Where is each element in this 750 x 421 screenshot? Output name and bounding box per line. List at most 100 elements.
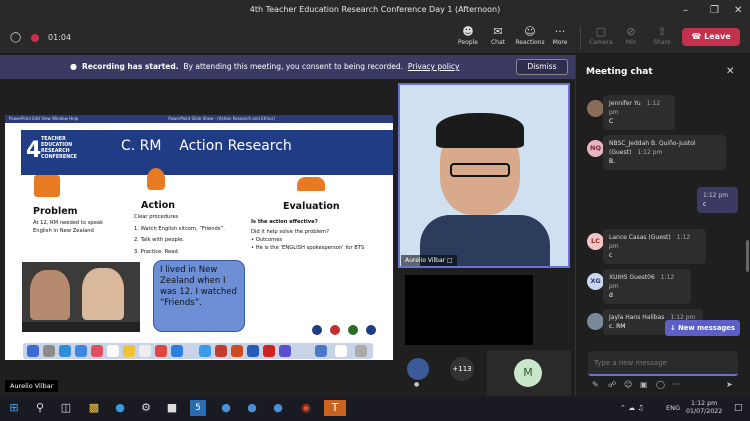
safari-icon[interactable]	[59, 345, 71, 357]
compose-box[interactable]	[588, 351, 738, 376]
word-icon[interactable]	[231, 345, 243, 357]
search-icon[interactable]: ⚲	[32, 400, 48, 416]
message-time: 1:12 pm	[703, 192, 729, 199]
mic-button[interactable]: ⊘ Mic	[614, 25, 648, 46]
participant-tile-m[interactable]: M	[487, 350, 571, 396]
sender-name: Jayla Hans Halibas	[609, 314, 665, 321]
sender-name: Lance Casas (Guest)	[609, 234, 671, 241]
action-text: Clear procedures 1. Watch English sitcom…	[134, 212, 225, 258]
more-options-icon[interactable]: ···	[672, 380, 680, 389]
participant-video-tile[interactable]	[398, 83, 570, 268]
reminders-icon[interactable]	[139, 345, 151, 357]
problem-text: At 12, RM needed to speak English in New…	[33, 219, 103, 235]
slide-header: 4 TEACHER EDUCATION RESEARCH CONFERENCE …	[21, 130, 393, 175]
video-controls[interactable]	[22, 322, 140, 332]
windows-taskbar: ⊞ ⚲ ◫ ▩ ● ⚙ ■ 5 ● ● ● ◉ T ⌃ ☁ ♫ ENG 1:12…	[0, 397, 750, 421]
music-icon[interactable]	[155, 345, 167, 357]
mac-dock	[23, 343, 373, 359]
video-placeholder	[405, 275, 533, 345]
acrobat-icon[interactable]	[263, 345, 275, 357]
people-button[interactable]: ☻ People	[451, 25, 485, 46]
notifications-icon[interactable]: □	[734, 403, 743, 413]
settings-icon[interactable]: ⚙	[138, 400, 154, 416]
app-icon[interactable]: ●	[218, 400, 234, 416]
sender-name: XUIHS Guest06	[609, 274, 655, 281]
app-icon[interactable]: ●	[270, 400, 286, 416]
language-indicator[interactable]: ENG	[666, 404, 680, 412]
chat-message: Jennifer Yu 1:12 pm C	[603, 95, 675, 130]
new-messages-button[interactable]: ↓ New messages	[665, 320, 740, 336]
restore-icon[interactable]: ❐	[710, 5, 719, 16]
logo-icon	[312, 325, 322, 335]
calendar-icon[interactable]	[107, 345, 119, 357]
chat-scrollbar[interactable]	[746, 240, 749, 272]
chat-button[interactable]: ✉ Chat	[481, 25, 515, 46]
org-line: CONFERENCE	[41, 155, 77, 160]
format-icon[interactable]: ✎	[592, 380, 599, 389]
attach-icon[interactable]: ☍	[608, 380, 616, 389]
mic-off-small-icon: □	[447, 257, 453, 264]
app-icon[interactable]: 5	[190, 400, 206, 416]
chat-message: NBSC_Jeddah B. Quiño-Justol (Guest) 1:12 …	[603, 135, 726, 170]
app-store-icon[interactable]	[171, 345, 183, 357]
participant-name-label: Aurelio Vilbar □	[401, 255, 457, 266]
people-icon: ☻	[462, 25, 474, 38]
camera-button[interactable]: ▢ Camera	[584, 25, 618, 46]
teams-dock-icon[interactable]	[279, 345, 291, 357]
leave-button[interactable]: ☎ Leave	[682, 28, 740, 46]
mail-icon[interactable]	[75, 345, 87, 357]
message-input[interactable]	[594, 357, 732, 369]
app-icon[interactable]: ■	[164, 400, 180, 416]
reactions-icon: ☺	[524, 25, 536, 38]
reactions-button[interactable]: ☺ Reactions	[513, 25, 547, 46]
more-icon: ···	[554, 25, 566, 38]
shield-icon[interactable]: ◯	[10, 32, 21, 43]
powerpoint-icon[interactable]	[215, 345, 227, 357]
avatar[interactable]	[407, 358, 429, 380]
task-view-icon[interactable]: ◫	[58, 400, 74, 416]
embedded-video[interactable]	[22, 262, 140, 332]
avatar: XG	[587, 273, 604, 290]
emoji-icon[interactable]: ☺	[624, 380, 632, 389]
close-window-icon[interactable]: ✕	[734, 5, 742, 16]
windows-start-icon[interactable]: ⊞	[6, 400, 22, 416]
teams-taskbar-icon[interactable]: T	[324, 400, 346, 416]
more-button[interactable]: ··· More	[543, 25, 577, 46]
problem-title: Problem	[33, 206, 78, 217]
clock[interactable]: 1:12 pm 01/07/2022	[686, 400, 722, 416]
people-label: People	[458, 39, 478, 46]
avatar-initial: M	[514, 359, 542, 387]
privacy-policy-link[interactable]: Privacy policy	[408, 62, 460, 71]
file-explorer-icon[interactable]: ▩	[86, 400, 102, 416]
notes-icon[interactable]	[123, 345, 135, 357]
folder-icon[interactable]	[315, 345, 327, 357]
send-icon[interactable]: ➤	[726, 380, 733, 389]
partner-logos	[312, 320, 382, 354]
preview-icon[interactable]	[335, 345, 347, 357]
photos-icon[interactable]	[91, 345, 103, 357]
edge-icon[interactable]: ●	[112, 400, 128, 416]
dismiss-button[interactable]: Dismiss	[516, 59, 568, 75]
chat-message: XUIHS Guest06 1:12 pm d	[603, 269, 691, 304]
camera-label: Camera	[589, 39, 613, 46]
tray-icons[interactable]: ⌃ ☁ ♫	[620, 404, 644, 412]
finder-icon[interactable]	[27, 345, 39, 357]
minimize-icon[interactable]: –	[683, 5, 688, 16]
more-participants-button[interactable]: +113	[450, 357, 474, 381]
chrome-icon[interactable]	[199, 345, 211, 357]
share-button[interactable]: ⇧ Share	[645, 25, 679, 46]
launchpad-icon[interactable]	[43, 345, 55, 357]
app-icon[interactable]: ●	[244, 400, 260, 416]
sticker-icon[interactable]: ◯	[656, 380, 665, 389]
close-chat-icon[interactable]: ✕	[726, 66, 734, 77]
chrome-taskbar-icon[interactable]: ◉	[298, 400, 314, 416]
problem-line: At 12, RM needed to speak	[33, 220, 104, 226]
slide-title: C. RM Action Research	[121, 138, 292, 154]
phone-icon: ☎	[691, 32, 705, 41]
toolbar-divider	[580, 26, 581, 50]
mac-menu-text: PowerPoint Edit View Window Help	[9, 116, 79, 121]
gif-icon[interactable]: ▣	[640, 380, 648, 389]
trash-icon[interactable]	[355, 345, 367, 357]
outlook-icon[interactable]	[247, 345, 259, 357]
video-person-left	[30, 270, 70, 320]
